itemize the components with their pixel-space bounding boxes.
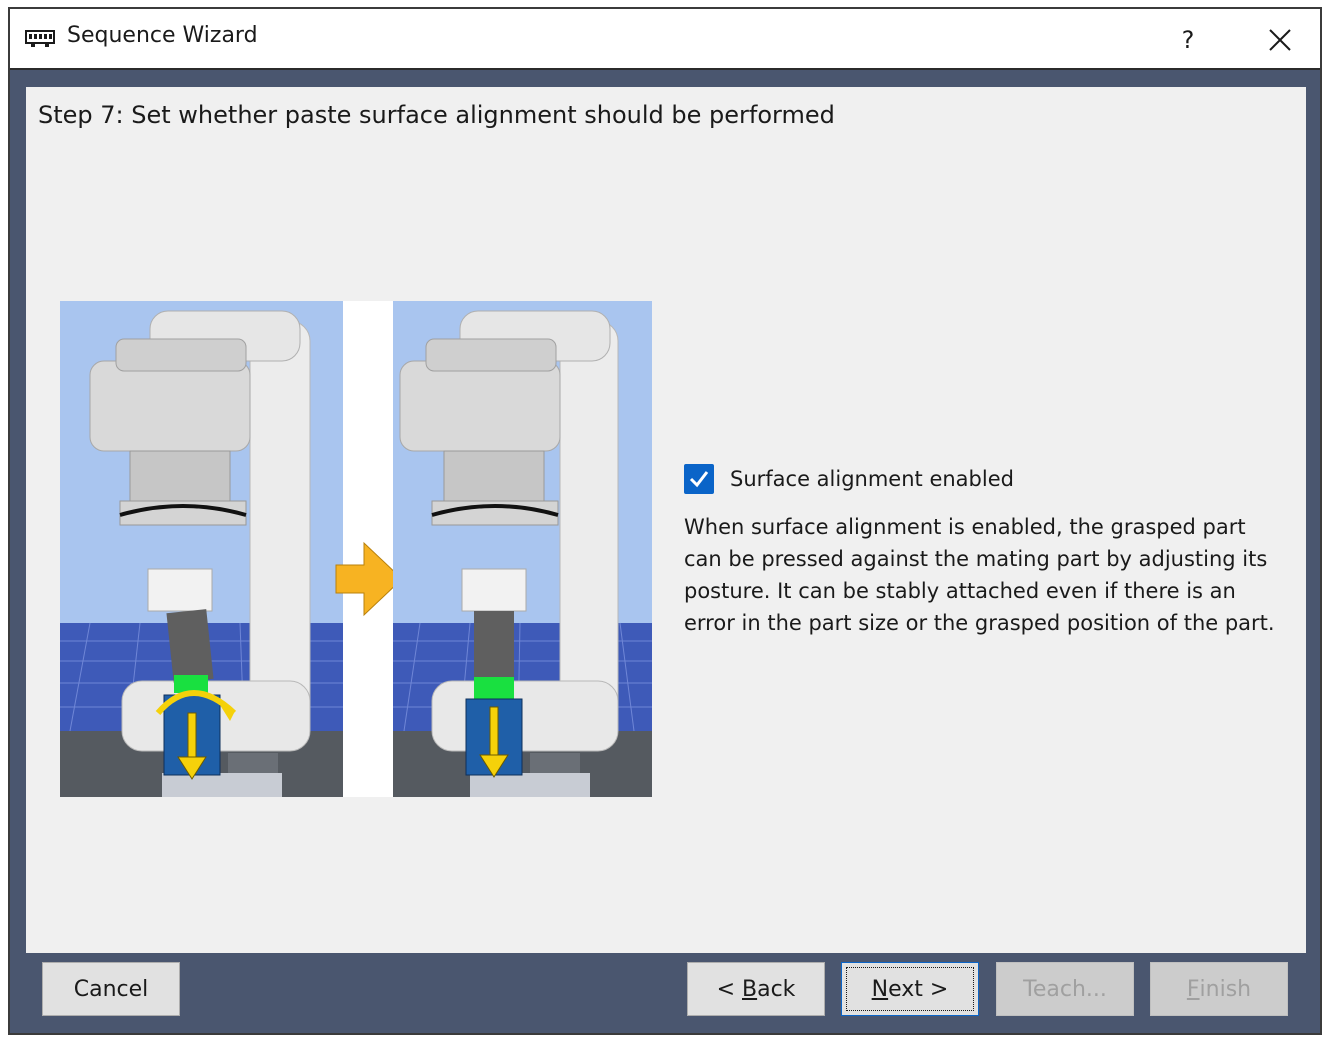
step-title: Step 7: Set whether paste surface alignm…	[38, 101, 835, 129]
finish-button[interactable]: Finish	[1150, 962, 1288, 1016]
close-icon	[1269, 29, 1291, 51]
cancel-button[interactable]: Cancel	[42, 962, 180, 1016]
cancel-label: Cancel	[73, 976, 149, 1002]
finish-mnemonic: F	[1186, 976, 1200, 1002]
teach-label: Teach...	[1023, 976, 1107, 1002]
focus-ring	[846, 967, 974, 1011]
teach-button[interactable]: Teach...	[996, 962, 1134, 1016]
before-alignment-image	[60, 301, 343, 797]
title-bar: Sequence Wizard ?	[10, 9, 1320, 70]
back-prefix: <	[716, 976, 742, 1002]
app-icon	[25, 30, 55, 47]
window-title: Sequence Wizard	[67, 23, 258, 48]
help-icon: ?	[1181, 26, 1195, 54]
finish-label: inish	[1199, 976, 1252, 1002]
checkmark-icon	[689, 471, 709, 488]
surface-alignment-illustration	[60, 301, 652, 797]
back-button[interactable]: < Back	[687, 962, 825, 1016]
checkbox-label: Surface alignment enabled	[730, 467, 1014, 491]
back-mnemonic: B	[742, 976, 758, 1002]
checkbox-checked-icon[interactable]	[684, 464, 714, 494]
help-button[interactable]: ?	[1158, 17, 1218, 63]
after-alignment-image	[393, 301, 652, 797]
next-button[interactable]: Next >	[841, 962, 979, 1016]
surface-alignment-checkbox[interactable]: Surface alignment enabled	[684, 464, 1014, 494]
option-description: When surface alignment is enabled, the g…	[684, 515, 1275, 635]
back-label: ack	[757, 976, 796, 1002]
sequence-wizard-dialog: Sequence Wizard ? Step 7: Set whether pa…	[8, 7, 1322, 1035]
wizard-content: Step 7: Set whether paste surface alignm…	[26, 87, 1306, 953]
close-button[interactable]	[1250, 17, 1310, 63]
